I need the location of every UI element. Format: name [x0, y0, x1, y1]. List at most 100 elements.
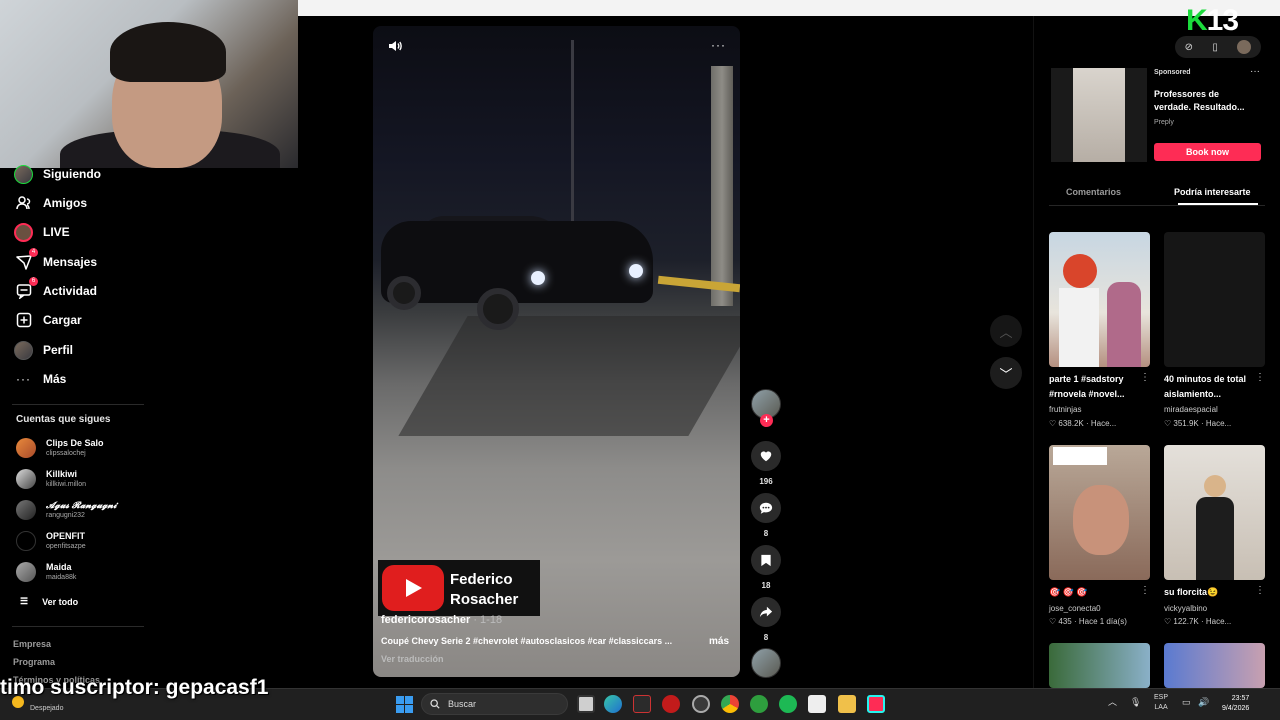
- video-author[interactable]: federicorosacher · 1-18: [381, 614, 502, 626]
- compass-icon[interactable]: ⊘: [1185, 42, 1193, 53]
- following-account[interactable]: Clips De Salo clipssalochej: [16, 438, 104, 458]
- tiktok-icon[interactable]: [867, 695, 885, 713]
- sidebar-item-messages[interactable]: 4 Mensajes: [14, 247, 97, 274]
- rec-thumbnail[interactable]: [1164, 232, 1265, 367]
- video-car-body: [381, 221, 653, 303]
- like-button[interactable]: [751, 441, 781, 471]
- sidebar-item-following[interactable]: Siguiendo: [14, 162, 101, 186]
- share-button[interactable]: [751, 597, 781, 627]
- following-account[interactable]: OPENFIT openfitsazpe: [16, 531, 86, 551]
- edge-browser-icon[interactable]: [604, 695, 622, 713]
- sidebar-item-live[interactable]: LIVE: [14, 220, 70, 244]
- rec-title[interactable]: parte 1 #sadstory #rnovela #novel...: [1049, 372, 1149, 402]
- obs-icon[interactable]: [692, 695, 710, 713]
- save-button[interactable]: [751, 545, 781, 575]
- rec-username[interactable]: frutninjas: [1049, 405, 1081, 414]
- search-placeholder: Buscar: [448, 699, 477, 709]
- ad-book-now-button[interactable]: Book now: [1154, 143, 1261, 161]
- rec-more-icon[interactable]: ⋮: [1255, 372, 1265, 383]
- comment-button[interactable]: [751, 493, 781, 523]
- rec-more-icon[interactable]: ⋮: [1140, 585, 1150, 596]
- sidebar-item-more[interactable]: ··· Más: [14, 367, 66, 391]
- footer-link-program[interactable]: Programa: [13, 657, 55, 667]
- comment-count: 8: [763, 529, 769, 538]
- ad-thumbnail[interactable]: [1051, 68, 1147, 162]
- media-app-icon[interactable]: [633, 695, 651, 713]
- account-username: openfitsazpe: [46, 543, 86, 550]
- rec-thumbnail[interactable]: [1049, 643, 1150, 688]
- rec-more-icon[interactable]: ⋮: [1140, 372, 1150, 383]
- sidebar-item-label: Perfil: [43, 343, 74, 357]
- rec-thumbnail[interactable]: [1049, 445, 1150, 580]
- ad-title[interactable]: Professores de verdade. Resultado...: [1154, 88, 1254, 114]
- footer-link-company[interactable]: Empresa: [13, 639, 51, 649]
- account-name: OPENFIT: [46, 531, 86, 541]
- volume-icon[interactable]: [387, 38, 403, 57]
- video-more-icon[interactable]: ···: [711, 38, 726, 52]
- chrome-icon[interactable]: [721, 695, 739, 713]
- following-account[interactable]: Killkiwi killkiwi.millon: [16, 469, 86, 489]
- sidebar-item-profile[interactable]: Perfil: [14, 338, 73, 362]
- previous-video-button[interactable]: ︿: [990, 315, 1022, 347]
- taskbar-search[interactable]: Buscar: [421, 693, 568, 715]
- logo-number: 13: [1206, 4, 1239, 37]
- spotify-icon[interactable]: [779, 695, 797, 713]
- activity-badge: 6: [29, 276, 38, 286]
- account-username: clipssalochej: [46, 450, 86, 457]
- rec-title[interactable]: su florcita😉: [1164, 585, 1264, 600]
- next-video-button[interactable]: ﹀: [990, 357, 1022, 389]
- sidebar-item-upload[interactable]: Cargar: [14, 308, 82, 332]
- thumb-body: [1196, 497, 1234, 580]
- rec-thumbnail[interactable]: [1164, 643, 1265, 688]
- follow-plus-icon[interactable]: +: [760, 414, 773, 427]
- red-app-icon[interactable]: [662, 695, 680, 713]
- rec-username[interactable]: miradaespacial: [1164, 405, 1218, 414]
- tab-you-may-like[interactable]: Podría interesarte: [1174, 187, 1251, 197]
- subscriber-overlay-text: timo suscriptor: gepacasf1: [0, 676, 269, 699]
- caption-more-link[interactable]: más: [709, 636, 729, 647]
- rec-thumbnail[interactable]: [1049, 232, 1150, 367]
- network-icon[interactable]: ▭: [1182, 697, 1191, 707]
- xbox-icon[interactable]: [750, 695, 768, 713]
- capcut-icon[interactable]: [808, 695, 826, 713]
- sidebar-item-label: LIVE: [43, 225, 70, 239]
- watermark-name-line2: Rosacher: [450, 591, 519, 608]
- rec-title[interactable]: 🎯 🎯 🎯: [1049, 585, 1149, 600]
- friends-icon: [14, 194, 33, 213]
- avatar: [16, 469, 36, 489]
- rec-username[interactable]: vickyyalbino: [1164, 604, 1207, 613]
- user-avatar[interactable]: [1237, 40, 1252, 54]
- translate-link[interactable]: Ver traducción: [381, 654, 444, 664]
- file-explorer-icon[interactable]: [838, 695, 856, 713]
- see-all-link[interactable]: ☰ Ver todo: [20, 596, 78, 607]
- tab-comments[interactable]: Comentarios: [1066, 187, 1121, 197]
- ad-brand[interactable]: Preply: [1154, 119, 1174, 126]
- ad-more-icon[interactable]: ···: [1250, 66, 1260, 77]
- tray-chevron-up-icon[interactable]: ︿: [1108, 697, 1117, 707]
- task-view-icon[interactable]: [577, 695, 595, 713]
- following-avatar-icon: [14, 164, 33, 184]
- messages-badge: 4: [29, 247, 38, 257]
- rec-username[interactable]: jose_conecta0: [1049, 604, 1101, 613]
- following-account[interactable]: 𝓐𝓰𝓾𝓼 𝓡𝓪𝓷𝓰𝓾𝓰𝓷𝓲 rangugni232: [16, 500, 117, 520]
- character-coat: [1059, 288, 1099, 367]
- ad-photo: [1073, 68, 1125, 162]
- language-indicator[interactable]: ESP LAA: [1154, 693, 1168, 713]
- sidebar-item-friends[interactable]: Amigos: [14, 191, 87, 215]
- following-account[interactable]: Maida maida88k: [16, 562, 76, 582]
- device-icon[interactable]: ▯: [1212, 42, 1218, 53]
- chevron-up-icon: ︿: [999, 324, 1013, 340]
- sidebar-item-activity[interactable]: 6 Actividad: [14, 276, 97, 303]
- avatar: [16, 500, 36, 520]
- system-clock[interactable]: 23:57 9/4/2026: [1222, 694, 1249, 714]
- sound-avatar[interactable]: [751, 648, 781, 678]
- microphone-icon[interactable]: 🎙: [1130, 697, 1141, 707]
- windows-start-icon[interactable]: [396, 696, 413, 713]
- list-icon: ☰: [20, 596, 29, 606]
- rec-thumbnail[interactable]: [1164, 445, 1265, 580]
- rec-title[interactable]: 40 minutos de total aislamiento...: [1164, 372, 1264, 402]
- rec-stats-text: 351.9K · Hace...: [1173, 419, 1232, 428]
- channel-logo: K13: [1186, 4, 1239, 38]
- volume-tray-icon[interactable]: 🔊: [1198, 697, 1209, 707]
- rec-more-icon[interactable]: ⋮: [1255, 585, 1265, 596]
